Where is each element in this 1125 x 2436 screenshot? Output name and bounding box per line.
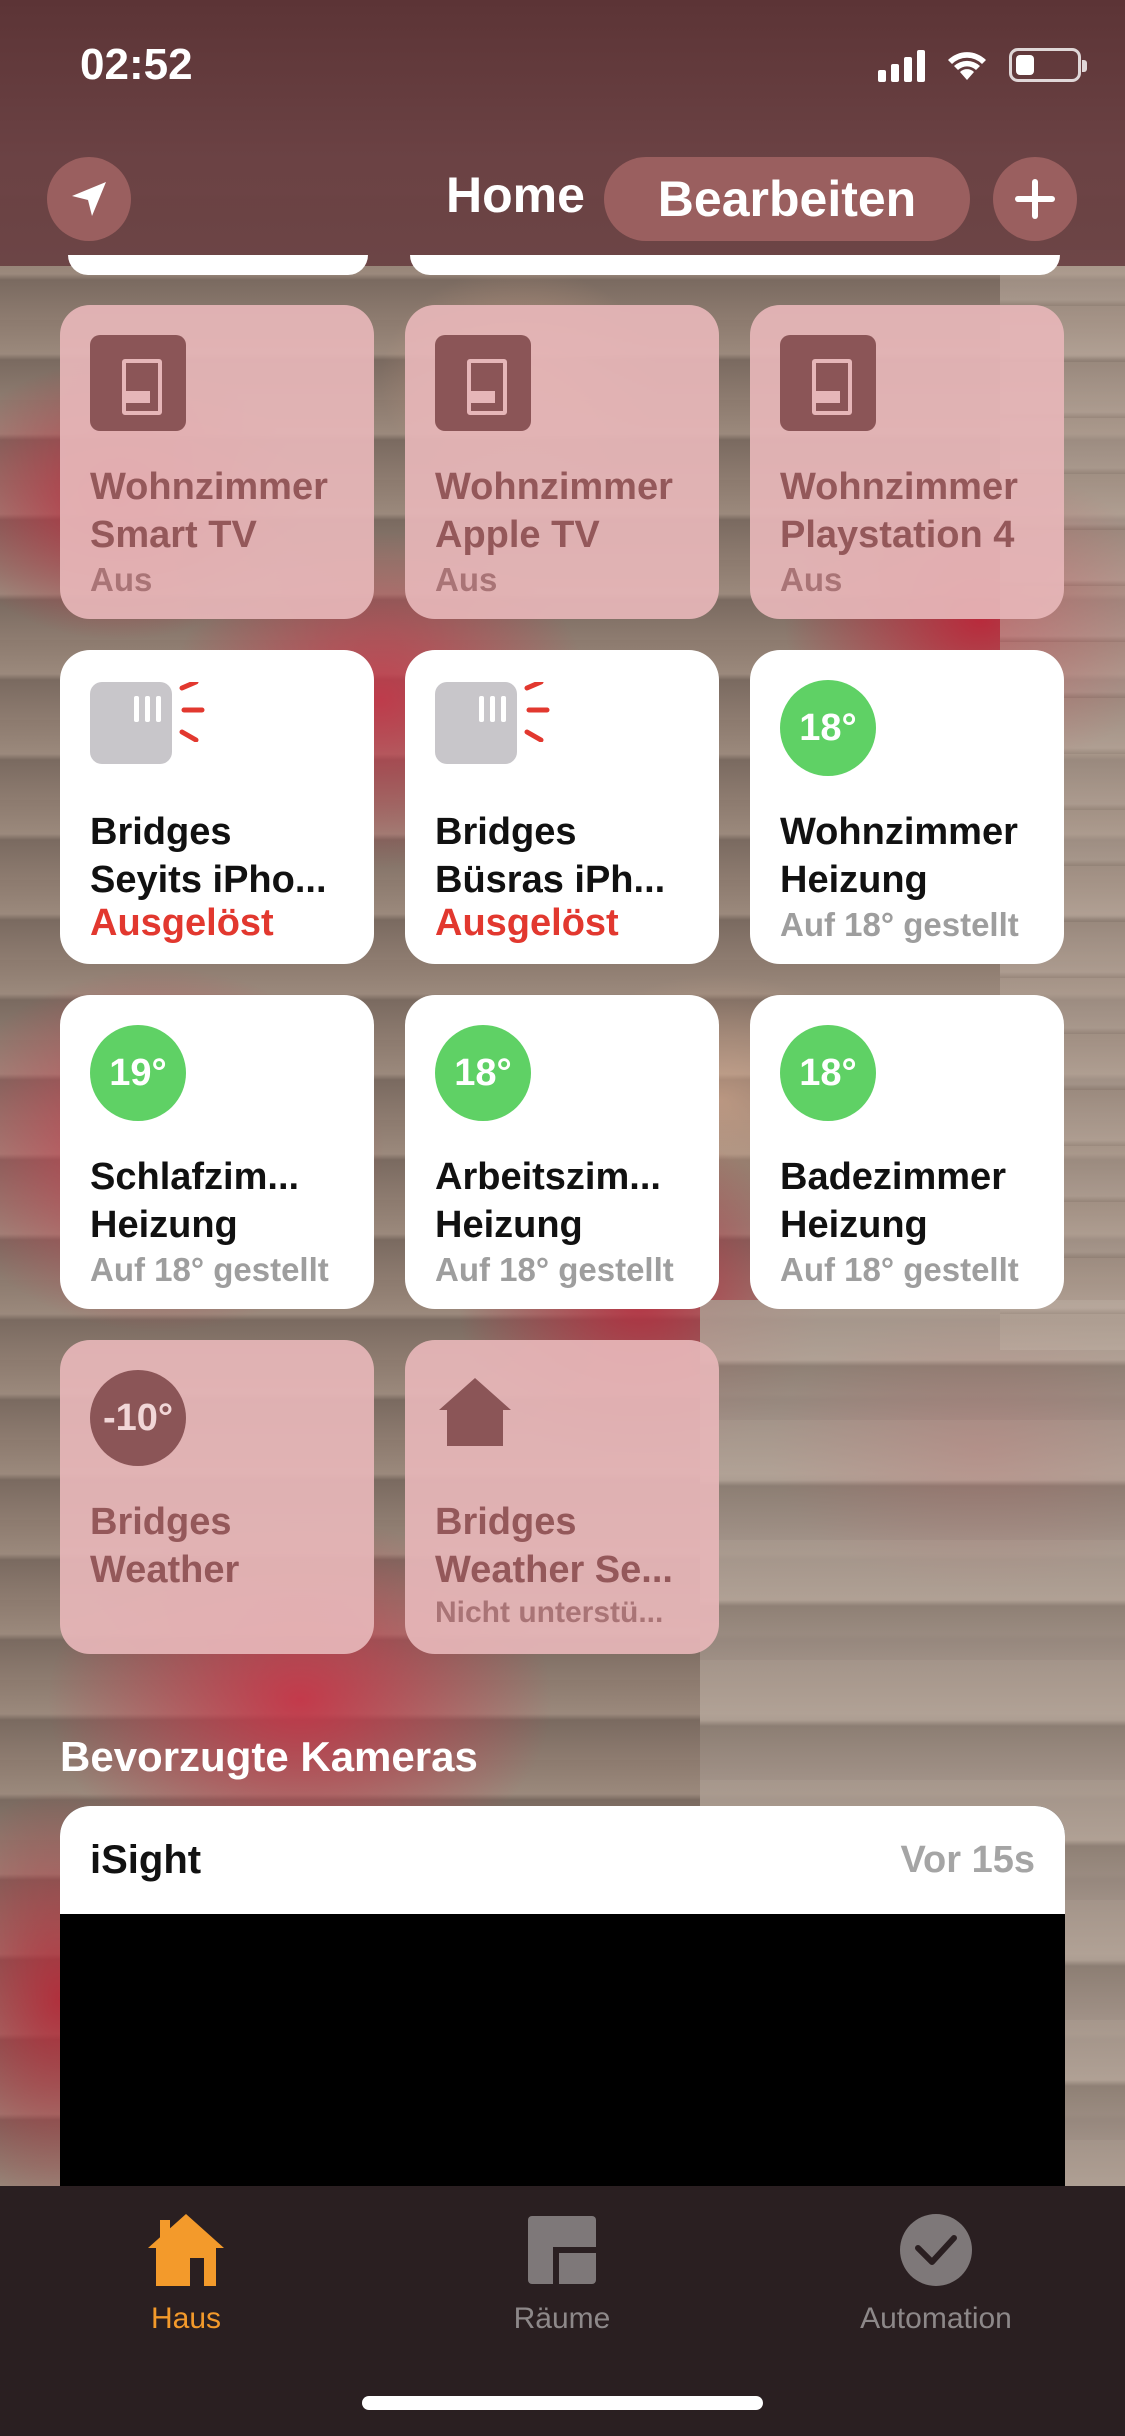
page-title: Home — [446, 167, 585, 223]
tab-automation[interactable]: Automation — [806, 2212, 1066, 2336]
tile-name-line1: Arbeitszim... — [435, 1156, 661, 1198]
tile-name-line1: Wohnzimmer — [780, 466, 1018, 508]
camera-name: iSight — [90, 1837, 202, 1882]
accessory-tile[interactable]: Wohnzimmer Smart TV Aus — [60, 305, 374, 619]
camera-timestamp: Vor 15s — [900, 1838, 1035, 1881]
tab-haus[interactable]: Haus — [56, 2212, 316, 2336]
tile-name-line1: Bridges — [435, 811, 577, 853]
switch-icon — [780, 335, 876, 431]
thermostat-icon: 18° — [780, 1025, 876, 1121]
tile-name-line1: Bridges — [435, 1501, 577, 1543]
tab-raeume[interactable]: Räume — [432, 2212, 692, 2336]
tile-status: Auf 18° gestellt — [780, 1251, 1019, 1288]
tile-status: Auf 18° gestellt — [435, 1251, 674, 1288]
accessory-tile[interactable]: Bridges Weather Se... Nicht unterstü... — [405, 1340, 719, 1654]
thermostat-icon: 18° — [435, 1025, 531, 1121]
tile-status: Nicht unterstü... — [435, 1596, 664, 1629]
tile-name-line1: Bridges — [90, 811, 232, 853]
switch-icon — [435, 335, 531, 431]
tile-peek — [68, 255, 368, 275]
motion-sensor-icon — [90, 682, 205, 778]
status-time: 02:52 — [80, 40, 193, 89]
wifi-icon — [948, 52, 986, 80]
tile-status: Aus — [435, 561, 498, 598]
accessory-tile[interactable]: 19° Schlafzim... Heizung Auf 18° gestell… — [60, 995, 374, 1309]
tile-status: Auf 18° gestellt — [90, 1251, 329, 1288]
camera-card[interactable]: iSight Vor 15s — [60, 1806, 1065, 2186]
accessory-tile[interactable]: Bridges Büsras iPh... Ausgelöst — [405, 650, 719, 964]
tile-status: Ausgelöst — [90, 902, 274, 944]
tile-name-line2: Heizung — [780, 859, 928, 901]
tile-status: Auf 18° gestellt — [780, 906, 1019, 943]
battery-icon — [1009, 48, 1087, 82]
clock-check-icon — [900, 2214, 972, 2286]
tile-name-line2: Heizung — [90, 1204, 238, 1246]
tab-label: Automation — [860, 2302, 1012, 2335]
status-icons — [878, 48, 1087, 82]
location-arrow-icon — [72, 182, 106, 216]
tile-name-line1: Wohnzimmer — [780, 811, 1018, 853]
thermostat-icon: 18° — [780, 680, 876, 776]
tile-name-line2: Apple TV — [435, 514, 600, 556]
accessory-tile[interactable]: -10° Bridges Weather — [60, 1340, 374, 1654]
add-button[interactable] — [993, 157, 1077, 241]
home-indicator — [362, 2396, 763, 2410]
tile-status: Ausgelöst — [435, 902, 619, 944]
tile-name-line1: Schlafzim... — [90, 1156, 300, 1198]
tile-status: Aus — [780, 561, 843, 598]
tile-peek — [410, 255, 1060, 275]
rooms-icon — [528, 2216, 596, 2284]
accessory-tile[interactable]: Bridges Seyits iPho... Ausgelöst — [60, 650, 374, 964]
house-icon — [439, 1378, 511, 1446]
accessory-tile[interactable]: 18° Arbeitszim... Heizung Auf 18° gestel… — [405, 995, 719, 1309]
tile-name-line2: Weather — [90, 1549, 240, 1591]
cellular-signal-icon — [878, 48, 925, 82]
tile-name-line2: Seyits iPho... — [90, 859, 327, 901]
tile-name-line2: Büsras iPh... — [435, 859, 666, 901]
edit-button[interactable]: Bearbeiten — [604, 157, 970, 241]
tab-label: Räume — [513, 2302, 611, 2335]
tile-name-line2: Heizung — [435, 1204, 583, 1246]
tile-name-line1: Bridges — [90, 1501, 232, 1543]
tile-name-line2: Smart TV — [90, 514, 257, 556]
camera-header: iSight Vor 15s — [60, 1806, 1065, 1914]
motion-sensor-icon — [435, 682, 550, 778]
weather-icon: -10° — [90, 1370, 186, 1466]
tile-name-line1: Wohnzimmer — [90, 466, 328, 508]
tile-name-line2: Weather Se... — [435, 1549, 673, 1591]
accessory-tile[interactable]: Wohnzimmer Apple TV Aus — [405, 305, 719, 619]
plus-icon — [1015, 179, 1055, 219]
tile-status: Aus — [90, 561, 153, 598]
tile-name-line1: Badezimmer — [780, 1156, 1006, 1198]
tab-label: Haus — [150, 2302, 222, 2335]
switch-icon — [90, 335, 186, 431]
accessory-tile[interactable]: 18° Badezimmer Heizung Auf 18° gestellt — [750, 995, 1064, 1309]
accessory-tile[interactable]: 18° Wohnzimmer Heizung Auf 18° gestellt — [750, 650, 1064, 964]
tile-name-line2: Heizung — [780, 1204, 928, 1246]
tile-name-line2: Playstation 4 — [780, 514, 1015, 556]
tile-name-line1: Wohnzimmer — [435, 466, 673, 508]
location-button[interactable] — [47, 157, 131, 241]
section-title-cameras: Bevorzugte Kameras — [60, 1733, 478, 1780]
house-fill-icon — [148, 2214, 224, 2286]
accessory-tile[interactable]: Wohnzimmer Playstation 4 Aus — [750, 305, 1064, 619]
thermostat-icon: 19° — [90, 1025, 186, 1121]
